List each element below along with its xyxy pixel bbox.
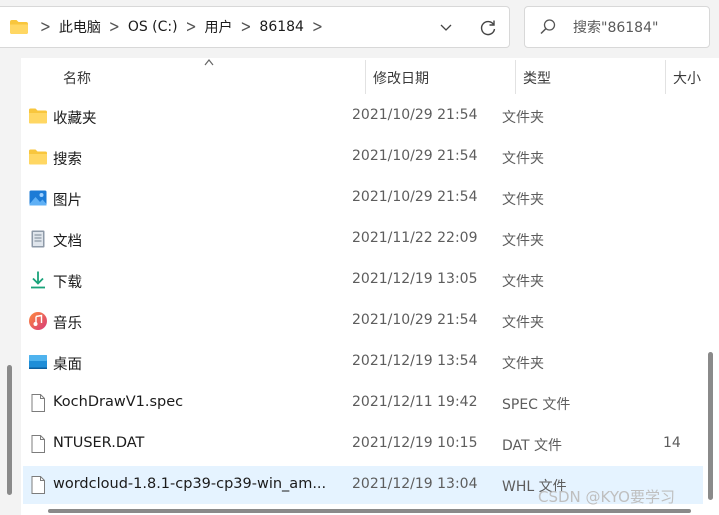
column-divider[interactable] — [665, 60, 666, 94]
file-name: NTUSER.DAT — [53, 435, 145, 451]
file-icon — [28, 475, 48, 495]
file-type: 文件夹 — [502, 233, 544, 249]
file-modified-date: 2021/10/29 21:54 — [352, 189, 478, 205]
chevron-down-icon[interactable] — [438, 20, 454, 34]
breadcrumb-this-pc[interactable]: 此电脑 — [59, 17, 101, 37]
folder-icon — [10, 20, 28, 34]
column-divider[interactable] — [515, 60, 516, 94]
watermark: CSDN @KYO要学习 — [538, 488, 675, 506]
breadcrumb-drive-c[interactable]: OS (C:) — [128, 19, 178, 35]
file-modified-date: 2021/12/11 19:42 — [352, 394, 478, 410]
sort-ascending-icon — [204, 59, 214, 66]
nav-scrollbar-thumb[interactable] — [7, 365, 12, 495]
file-name: 搜索 — [53, 152, 82, 168]
file-type: 文件夹 — [502, 192, 544, 208]
file-type: SPEC 文件 — [502, 397, 571, 413]
file-modified-date: 2021/11/22 22:09 — [352, 230, 478, 246]
file-modified-date: 2021/12/19 13:54 — [352, 353, 478, 369]
chevron-right-icon[interactable]: > — [241, 17, 252, 37]
file-row[interactable]: 下载 2021/12/19 13:05 文件夹 — [23, 261, 703, 299]
chevron-right-icon[interactable]: > — [186, 17, 197, 37]
file-name: 音乐 — [53, 316, 82, 332]
column-header-modified[interactable]: 修改日期 — [373, 68, 429, 88]
address-bar[interactable]: > 此电脑 > OS (C:) > 用户 > 86184 > — [0, 6, 510, 48]
file-name: 下载 — [53, 275, 82, 291]
file-size: 14 — [663, 435, 681, 451]
file-name: wordcloud-1.8.1-cp39-cp39-win_am... — [53, 476, 327, 492]
file-row[interactable]: 音乐 2021/10/29 21:54 文件夹 — [23, 302, 703, 340]
file-row[interactable]: 桌面 2021/12/19 13:54 文件夹 — [23, 343, 703, 381]
file-type: 文件夹 — [502, 110, 544, 126]
top-bar: > 此电脑 > OS (C:) > 用户 > 86184 > 搜索"86184" — [0, 0, 719, 58]
desktop-icon — [28, 352, 48, 372]
file-name: KochDrawV1.spec — [53, 394, 184, 410]
pictures-icon — [28, 188, 48, 208]
folder-icon — [28, 147, 48, 167]
chevron-right-icon[interactable]: > — [312, 17, 323, 37]
file-type: 文件夹 — [502, 151, 544, 167]
file-row[interactable]: 文档 2021/11/22 22:09 文件夹 — [23, 220, 703, 258]
search-input[interactable]: 搜索"86184" — [573, 17, 658, 37]
column-header-row: 名称 修改日期 类型 大小 — [21, 58, 719, 96]
vertical-scrollbar-thumb[interactable] — [708, 352, 713, 500]
file-type: 文件夹 — [502, 315, 544, 331]
file-row[interactable]: KochDrawV1.spec 2021/12/11 19:42 SPEC 文件 — [23, 384, 703, 422]
search-icon — [540, 19, 556, 35]
file-modified-date: 2021/10/29 21:54 — [352, 312, 478, 328]
file-name: 文档 — [53, 234, 82, 250]
search-box[interactable]: 搜索"86184" — [524, 6, 710, 48]
file-row[interactable]: NTUSER.DAT 2021/12/19 10:15 DAT 文件 14 — [23, 425, 703, 463]
file-name: 收藏夹 — [53, 111, 97, 127]
file-type: 文件夹 — [502, 356, 544, 372]
file-type: DAT 文件 — [502, 438, 563, 454]
column-header-name[interactable]: 名称 — [63, 68, 91, 88]
file-row[interactable]: 图片 2021/10/29 21:54 文件夹 — [23, 179, 703, 217]
music-icon — [28, 311, 48, 331]
folder-icon — [28, 106, 48, 126]
file-modified-date: 2021/12/19 13:04 — [352, 476, 478, 492]
file-name: 图片 — [53, 193, 82, 209]
breadcrumb-users[interactable]: 用户 — [205, 17, 233, 37]
file-modified-date: 2021/10/29 21:54 — [352, 107, 478, 123]
refresh-icon[interactable] — [478, 18, 498, 38]
file-type: 文件夹 — [502, 274, 544, 290]
file-row[interactable]: 收藏夹 2021/10/29 21:54 文件夹 — [23, 97, 703, 135]
file-modified-date: 2021/12/19 10:15 — [352, 435, 478, 451]
file-icon — [28, 393, 48, 413]
breadcrumb-user-folder[interactable]: 86184 — [259, 19, 304, 35]
horizontal-scrollbar-thumb[interactable] — [48, 509, 691, 513]
documents-icon — [28, 229, 48, 249]
download-icon — [28, 270, 48, 290]
file-icon — [28, 434, 48, 454]
column-divider[interactable] — [365, 60, 366, 94]
chevron-right-icon[interactable]: > — [109, 17, 120, 37]
column-header-size[interactable]: 大小 — [673, 68, 701, 88]
file-name: 桌面 — [53, 357, 82, 373]
file-modified-date: 2021/12/19 13:05 — [352, 271, 478, 287]
file-modified-date: 2021/10/29 21:54 — [352, 148, 478, 164]
file-row[interactable]: 搜索 2021/10/29 21:54 文件夹 — [23, 138, 703, 176]
chevron-right-icon[interactable]: > — [40, 17, 51, 37]
column-header-type[interactable]: 类型 — [523, 68, 551, 88]
